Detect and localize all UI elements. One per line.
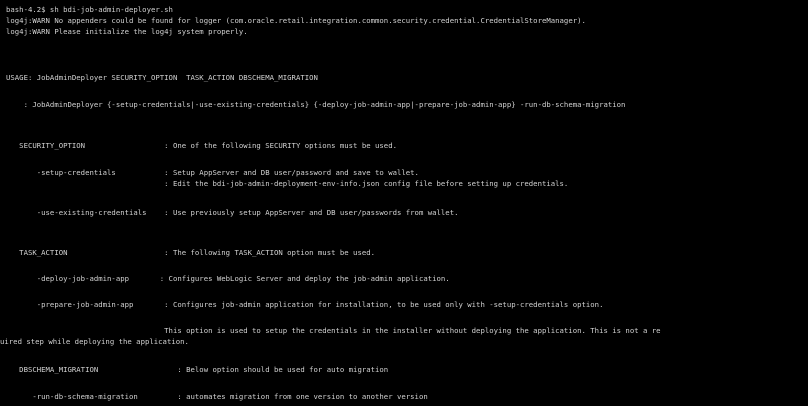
terminal-line-usage-syntax: : JobAdminDeployer {-setup-credentials|-… — [6, 100, 626, 109]
terminal-line-command: bash-4.2$ sh bdi-job-admin-deployer.sh — [6, 5, 173, 14]
terminal-line-setup-credentials-note: : Edit the bdi-job-admin-deployment-env-… — [6, 179, 569, 188]
terminal-line-security-option: SECURITY_OPTION : One of the following S… — [6, 141, 397, 150]
terminal-window[interactable]: bash-4.2$ sh bdi-job-admin-deployer.sh l… — [0, 0, 808, 406]
terminal-line-task-action: TASK_ACTION : The following TASK_ACTION … — [6, 248, 376, 257]
terminal-line-warn-appenders: log4j:WARN No appenders could be found f… — [6, 16, 586, 25]
terminal-line-dbschema-migration: DBSCHEMA_MIGRATION : Below option should… — [6, 365, 389, 374]
terminal-line-use-existing-credentials: -use-existing-credentials : Use previous… — [6, 208, 459, 217]
terminal-line-prepare-job-admin-app: -prepare-job-admin-app : Configures job-… — [6, 300, 604, 309]
terminal-line-usage: USAGE: JobAdminDeployer SECURITY_OPTION … — [6, 73, 318, 82]
terminal-line-option-description: This option is used to setup the credent… — [6, 326, 661, 335]
terminal-line-setup-credentials: -setup-credentials : Setup AppServer and… — [6, 168, 419, 177]
terminal-line-deploy-job-admin-app: -deploy-job-admin-app : Configures WebLo… — [6, 274, 450, 283]
terminal-line-warn-initialize: log4j:WARN Please initialize the log4j s… — [6, 27, 248, 36]
terminal-line-option-description-wrap: uired step while deploying the applicati… — [0, 337, 189, 346]
terminal-line-run-db-schema-migration: -run-db-schema-migration : automates mig… — [6, 392, 428, 401]
